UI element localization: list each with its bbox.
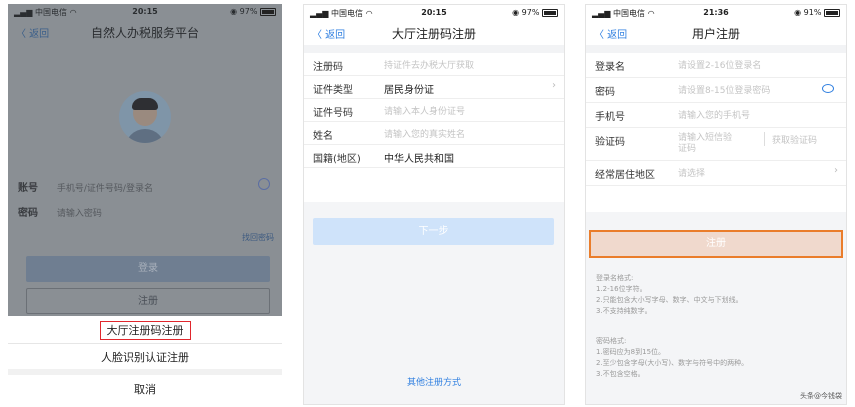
nav-bar: 〈 返回 自然人办税服务平台 <box>8 20 282 44</box>
verification-code-placeholder-cont: 证码 <box>678 144 697 154</box>
divider <box>8 369 282 375</box>
phone-screen-user-register: ▂▄▆ 中国电信 ◠ 21:36 ◉ 91% 〈 返回 用户注册 登录名 请设置… <box>585 4 847 405</box>
login-name-rules: 登录名格式: 1.2-16位字符。 2.只能包含大小写字母、数字、中文与下划线。… <box>596 273 840 317</box>
registration-code-row[interactable]: 注册码 持证件去办税大厅获取 <box>304 53 564 76</box>
account-label: 账号 <box>18 183 38 194</box>
watermark: 头条@今钱袋 <box>800 392 842 400</box>
region-label: 经常居住地区 <box>595 170 655 181</box>
status-bar: ▂▄▆ 中国电信 ◠ 21:36 ◉ 91% <box>586 5 846 21</box>
chevron-right-icon: › <box>834 165 838 176</box>
other-register-link[interactable]: 其他注册方式 <box>304 375 564 388</box>
name-label: 姓名 <box>313 131 333 142</box>
nationality-value[interactable]: 中华人民共和国 <box>384 150 454 165</box>
page-title: 用户注册 <box>691 27 740 41</box>
name-row[interactable]: 姓名 请输入您的真实姓名 <box>304 122 564 145</box>
chevron-right-icon: › <box>552 80 556 91</box>
rule-line: 1.2-16位字符。 <box>596 285 647 293</box>
page-title: 大厅注册码注册 <box>391 27 476 41</box>
battery-percent: 91% <box>803 8 822 17</box>
password-label: 密码 <box>595 87 615 98</box>
password-label: 密码 <box>18 208 38 219</box>
phone-screen-login: ▂▄▆ 中国电信 ◠ 20:15 ◉ 97% 〈 返回 自然人办税服务平台 账号… <box>8 4 282 405</box>
nav-bar: 〈 返回 用户注册 <box>586 21 846 45</box>
password-rules: 密码格式: 1.密码应为8到15位。 2.至少包含字母(大小写)、数字与符号中的… <box>596 336 840 380</box>
sheet-option-hall-code-label: 大厅注册码注册 <box>99 321 191 340</box>
next-button[interactable]: 下一步 <box>313 218 554 245</box>
get-code-button[interactable]: 获取验证码 <box>772 133 817 146</box>
id-number-input[interactable]: 请输入本人身份证号 <box>384 104 465 117</box>
rule-line: 登录名格式: <box>596 274 634 282</box>
rule-line: 3.不包含空格。 <box>596 370 645 378</box>
id-number-row[interactable]: 证件号码 请输入本人身份证号 <box>304 99 564 122</box>
password-row[interactable]: 密码 请输入密码 <box>18 204 272 219</box>
id-number-label: 证件号码 <box>313 108 353 119</box>
login-name-input[interactable]: 请设置2-16位登录名 <box>678 58 761 71</box>
sheet-cancel-button[interactable]: 取消 <box>8 381 282 397</box>
registration-code-label: 注册码 <box>313 62 343 73</box>
register-button[interactable]: 注册 <box>26 288 270 314</box>
id-type-row[interactable]: 证件类型 居民身份证 › <box>304 76 564 99</box>
divider <box>586 45 846 53</box>
status-bar: ▂▄▆ 中国电信 ◠ 20:15 ◉ 97% <box>8 4 282 20</box>
login-name-row[interactable]: 登录名 请设置2-16位登录名 <box>586 53 846 78</box>
phone-input[interactable]: 请输入您的手机号 <box>678 108 750 121</box>
rule-line: 1.密码应为8到15位。 <box>596 348 666 356</box>
eye-icon[interactable] <box>258 178 270 190</box>
login-name-label: 登录名 <box>595 62 625 73</box>
phone-screen-hall-code-register: ▂▄▆ 中国电信 ◠ 20:15 ◉ 97% 〈 返回 大厅注册码注册 注册码 … <box>303 4 565 405</box>
dimmed-overlay: ▂▄▆ 中国电信 ◠ 20:15 ◉ 97% 〈 返回 自然人办税服务平台 账号… <box>8 4 282 316</box>
id-type-select[interactable]: 居民身份证 <box>384 81 434 96</box>
battery-icon <box>824 8 840 17</box>
eye-icon[interactable] <box>822 84 834 93</box>
account-input[interactable]: 手机号/证件号码/登录名 <box>57 184 153 194</box>
nationality-label: 国籍(地区) <box>313 154 361 165</box>
verification-code-placeholder: 请输入短信验 <box>678 133 733 143</box>
nav-bar: 〈 返回 大厅注册码注册 <box>304 21 564 45</box>
rule-line: 密码格式: <box>596 337 627 345</box>
nationality-row[interactable]: 国籍(地区) 中华人民共和国 <box>304 145 564 168</box>
battery-percent: 97% <box>239 7 258 16</box>
divider <box>8 343 282 344</box>
verification-code-row[interactable]: 验证码 请输入短信验 证码 获取验证码 <box>586 128 846 161</box>
register-button[interactable]: 注册 <box>589 230 843 258</box>
password-row[interactable]: 密码 请设置8-15位登录密码 <box>586 78 846 103</box>
verification-code-input[interactable]: 请输入短信验 证码 <box>678 133 732 155</box>
forgot-password-link[interactable]: 找回密码 <box>242 232 274 243</box>
region-row[interactable]: 经常居住地区 请选择 › <box>586 161 846 186</box>
account-row[interactable]: 账号 手机号/证件号码/登录名 <box>18 178 272 194</box>
action-sheet: 大厅注册码注册 人脸识别认证注册 取消 <box>8 316 282 405</box>
name-input[interactable]: 请输入您的真实姓名 <box>384 127 465 140</box>
rule-line: 3.不支持纯数字。 <box>596 307 652 315</box>
avatar-icon <box>119 91 171 143</box>
verification-code-label: 验证码 <box>595 137 625 148</box>
sheet-option-hall-code[interactable]: 大厅注册码注册 <box>8 321 282 340</box>
divider <box>764 132 765 146</box>
region-select[interactable]: 请选择 <box>678 166 705 179</box>
registration-code-input[interactable]: 持证件去办税大厅获取 <box>384 58 474 71</box>
divider <box>304 45 564 53</box>
battery-percent: 97% <box>521 8 540 17</box>
battery-icon <box>542 8 558 17</box>
alarm-icon: ◉ <box>512 8 520 17</box>
page-title: 自然人办税服务平台 <box>90 26 199 40</box>
password-input[interactable]: 请输入密码 <box>57 209 102 219</box>
rule-line: 2.至少包含字母(大小写)、数字与符号中的两种。 <box>596 359 749 367</box>
alarm-icon: ◉ <box>230 7 238 16</box>
password-input[interactable]: 请设置8-15位登录密码 <box>678 83 770 96</box>
sheet-option-face-recognition[interactable]: 人脸识别认证注册 <box>8 349 282 365</box>
phone-label: 手机号 <box>595 112 625 123</box>
login-button[interactable]: 登录 <box>26 256 270 282</box>
battery-icon <box>260 7 276 16</box>
rule-line: 2.只能包含大小写字母、数字、中文与下划线。 <box>596 296 743 304</box>
status-bar: ▂▄▆ 中国电信 ◠ 20:15 ◉ 97% <box>304 5 564 21</box>
id-type-label: 证件类型 <box>313 85 353 96</box>
phone-row[interactable]: 手机号 请输入您的手机号 <box>586 103 846 128</box>
alarm-icon: ◉ <box>794 8 802 17</box>
